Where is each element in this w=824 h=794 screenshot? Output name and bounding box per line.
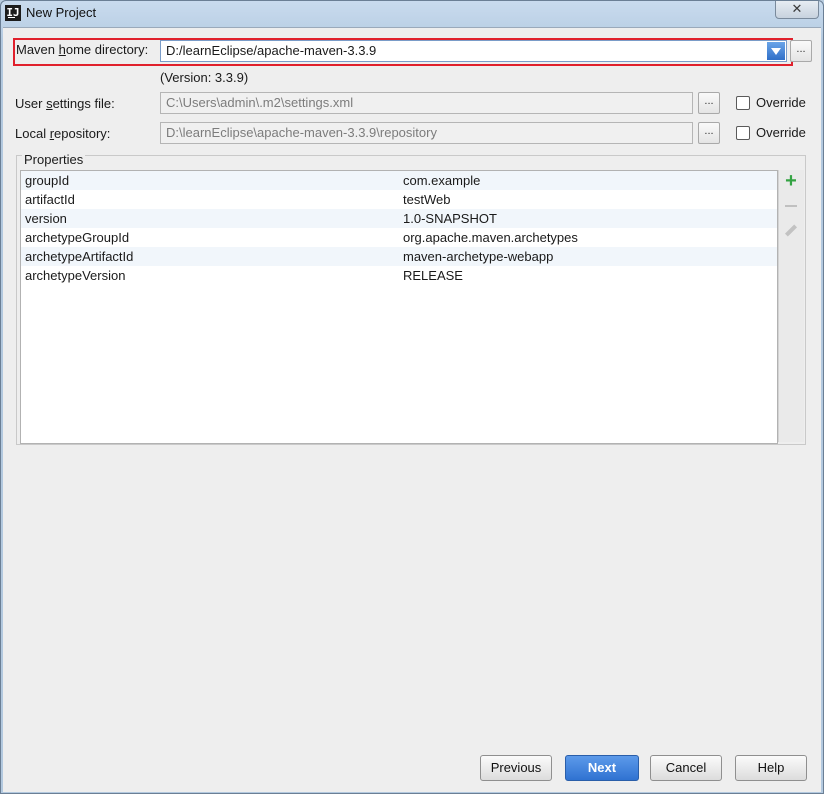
user-settings-override-checkbox[interactable]	[736, 96, 750, 110]
property-key: groupId	[25, 173, 70, 188]
table-row[interactable]: archetypeVersion RELEASE	[21, 266, 777, 285]
properties-title: Properties	[22, 152, 86, 167]
maven-home-label-suffix: ome directory:	[65, 42, 149, 57]
user-settings-value: C:\Users\admin\.m2\settings.xml	[166, 95, 354, 110]
new-project-dialog: IJ New Project ✕ Maven home directory: D…	[0, 0, 824, 794]
table-row[interactable]: artifactId testWeb	[21, 190, 777, 209]
user-settings-browse-button[interactable]: ...	[698, 92, 720, 114]
remove-property-icon[interactable]	[783, 198, 799, 214]
cancel-button[interactable]: Cancel	[650, 755, 722, 781]
maven-home-label-mnemonic: h	[58, 42, 66, 57]
property-value: RELEASE	[403, 268, 463, 283]
table-row[interactable]: version 1.0-SNAPSHOT	[21, 209, 777, 228]
close-button[interactable]: ✕	[775, 1, 819, 19]
property-key: archetypeArtifactId	[25, 249, 134, 264]
local-repository-override-checkbox[interactable]	[736, 126, 750, 140]
property-value: com.example	[403, 173, 481, 188]
user-settings-label-suffix: ettings file:	[52, 96, 115, 111]
property-key: archetypeGroupId	[25, 230, 130, 245]
properties-table[interactable]: groupId com.example artifactId testWeb v…	[20, 170, 778, 444]
dropdown-arrow-icon[interactable]	[767, 42, 785, 60]
properties-toolbar: +	[778, 170, 804, 442]
local-repository-field[interactable]: D:\learnEclipse\apache-maven-3.3.9\repos…	[160, 122, 693, 144]
user-settings-override-label[interactable]: Override	[756, 95, 806, 110]
local-repository-label-suffix: epository:	[54, 126, 111, 141]
dialog-content: Maven home directory: D:/learnEclipse/ap…	[3, 27, 821, 792]
property-key: archetypeVersion	[25, 268, 126, 283]
window-title: New Project	[26, 5, 97, 20]
table-row[interactable]: groupId com.example	[21, 171, 777, 190]
local-repository-label: Local repository:	[15, 126, 110, 141]
property-value: 1.0-SNAPSHOT	[403, 211, 497, 226]
previous-button[interactable]: Previous	[480, 755, 552, 781]
local-repository-value: D:\learnEclipse\apache-maven-3.3.9\repos…	[166, 125, 437, 140]
local-repository-label-prefix: Local	[15, 126, 50, 141]
local-repository-override-label[interactable]: Override	[756, 125, 806, 140]
property-key: version	[25, 211, 67, 226]
user-settings-field[interactable]: C:\Users\admin\.m2\settings.xml	[160, 92, 693, 114]
maven-version-note: (Version: 3.3.9)	[160, 70, 249, 85]
property-value: org.apache.maven.archetypes	[403, 230, 578, 245]
title-bar: IJ New Project ✕	[1, 1, 823, 27]
local-repository-browse-button[interactable]: ...	[698, 122, 720, 144]
property-value: testWeb	[403, 192, 451, 207]
maven-home-combobox[interactable]: D:/learnEclipse/apache-maven-3.3.9	[160, 40, 787, 62]
maven-home-label-prefix: Maven	[16, 42, 59, 57]
maven-home-browse-button[interactable]: ...	[790, 40, 812, 62]
table-row[interactable]: archetypeArtifactId maven-archetype-weba…	[21, 247, 777, 266]
help-button[interactable]: Help	[735, 755, 807, 781]
maven-home-value: D:/learnEclipse/apache-maven-3.3.9	[166, 43, 377, 58]
next-button[interactable]: Next	[565, 755, 639, 781]
intellij-app-icon: IJ	[5, 5, 21, 21]
property-key: artifactId	[25, 192, 75, 207]
add-property-icon[interactable]: +	[783, 171, 799, 191]
table-row[interactable]: archetypeGroupId org.apache.maven.archet…	[21, 228, 777, 247]
user-settings-label: User settings file:	[15, 96, 115, 111]
maven-home-label: Maven home directory:	[16, 42, 148, 57]
user-settings-label-prefix: User	[15, 96, 47, 111]
edit-property-icon[interactable]	[783, 223, 799, 239]
property-value: maven-archetype-webapp	[403, 249, 554, 264]
